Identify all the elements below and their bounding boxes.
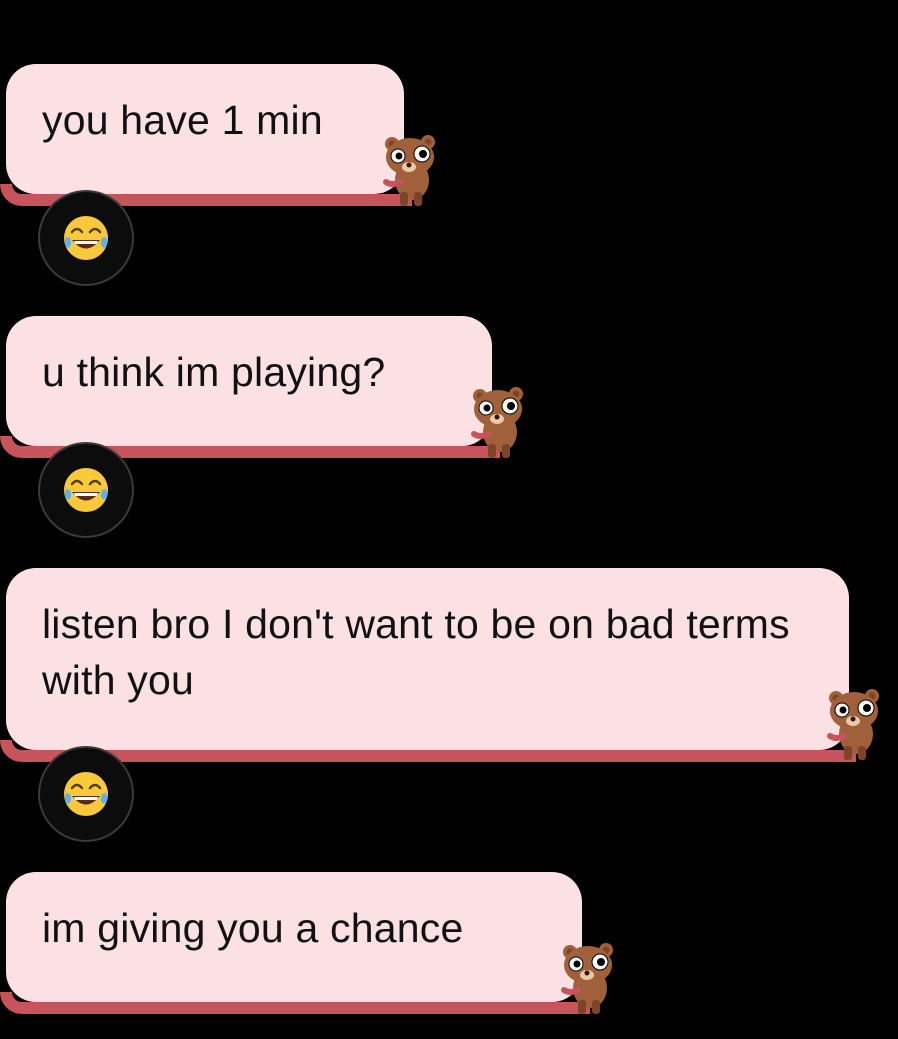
- message-bubble[interactable]: you have 1 min: [6, 64, 404, 194]
- bear-sticker-icon: [383, 135, 435, 206]
- reaction-badge[interactable]: [38, 746, 134, 842]
- message-bubble[interactable]: im giving you a chance: [6, 872, 582, 1002]
- message-text: you have 1 min: [42, 97, 323, 143]
- laughing-emoji-icon: [64, 772, 108, 816]
- bear-sticker-icon: [471, 387, 523, 458]
- message-text: listen bro I don't want to be on bad ter…: [42, 601, 790, 703]
- bear-sticker-icon: [561, 943, 613, 1014]
- bubble-accent: [0, 740, 856, 762]
- message-bubble[interactable]: listen bro I don't want to be on bad ter…: [6, 568, 849, 750]
- reaction-badge[interactable]: [38, 190, 134, 286]
- message-text: u think im playing?: [42, 349, 386, 395]
- bear-sticker-icon: [827, 689, 879, 760]
- bubble-accent: [0, 992, 590, 1014]
- reaction-badge[interactable]: [38, 442, 134, 538]
- message-bubble[interactable]: u think im playing?: [6, 316, 492, 446]
- laughing-emoji-icon: [64, 468, 108, 512]
- message-text: im giving you a chance: [42, 905, 464, 951]
- laughing-emoji-icon: [64, 216, 108, 260]
